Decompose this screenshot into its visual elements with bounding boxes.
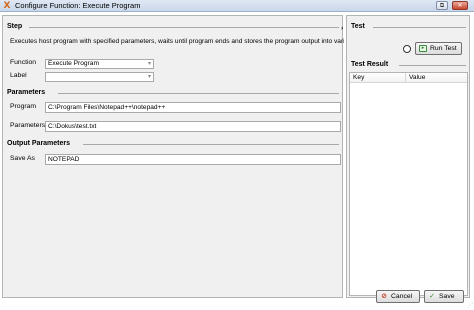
parameters-input[interactable]: C:\Dokus\test.txt [45,121,341,132]
splitter-arrow-icon[interactable]: › [341,25,343,32]
run-icon: ▸ [419,45,427,52]
dialog-body: Step Executes host program with specifie… [0,12,474,310]
run-test-label: Run Test [430,45,457,52]
save-label: Save [439,293,455,300]
app-logo-icon: X [3,1,11,11]
checkmark-icon: ✓ [429,292,435,300]
function-select-value: Execute Program [48,60,99,67]
table-header: Key Value [350,73,467,83]
chevron-down-icon: ▾ [147,60,151,67]
test-result-divider [399,65,466,66]
output-divider [83,144,339,145]
cancel-label: Cancel [391,293,413,300]
chevron-down-icon: ▾ [147,73,151,80]
label-select[interactable]: ▾ [45,72,154,82]
parameters-divider [58,93,339,94]
program-input[interactable]: C:\Program Files\Notepad++\notepad++ [45,102,341,113]
window-title: Configure Function: Execute Program [15,1,141,10]
test-result-table[interactable]: Key Value [349,72,468,296]
program-label: Program [10,103,37,110]
parameters-header: Parameters [7,89,46,96]
cancel-icon: ⊘ [381,292,387,300]
test-result-header: Test Result [351,61,389,68]
test-divider [373,27,466,28]
column-header-value[interactable]: Value [406,73,425,83]
function-label: Function [10,59,37,66]
step-header: Step [7,23,23,30]
configuration-pane: Step Executes host program with specifie… [2,15,344,298]
cancel-button[interactable]: ⊘ Cancel [376,290,420,303]
column-header-key[interactable]: Key [350,73,364,83]
resize-grip-icon[interactable]: ⋰ [467,302,473,309]
title-bar: X Configure Function: Execute Program ⧉ … [0,0,474,12]
parameters-label: Parameters [10,122,46,129]
label-label: Label [10,72,27,79]
test-header: Test [351,23,365,30]
restore-button[interactable]: ⧉ [436,1,448,10]
function-select[interactable]: Execute Program ▾ [45,59,154,69]
save-as-label: Save As [10,155,35,162]
output-parameters-header: Output Parameters [7,140,71,147]
step-divider [29,27,339,28]
save-as-input[interactable]: NOTEPAD [45,154,341,165]
test-pane: Test ▸ Run Test Test Result Key Value [346,15,470,298]
run-test-button[interactable]: ▸ Run Test [415,42,462,55]
test-radio[interactable] [403,45,411,53]
close-button[interactable]: ✕ [452,1,468,10]
step-description: Executes host program with specified par… [10,38,344,45]
save-button[interactable]: ✓ Save [424,290,464,303]
